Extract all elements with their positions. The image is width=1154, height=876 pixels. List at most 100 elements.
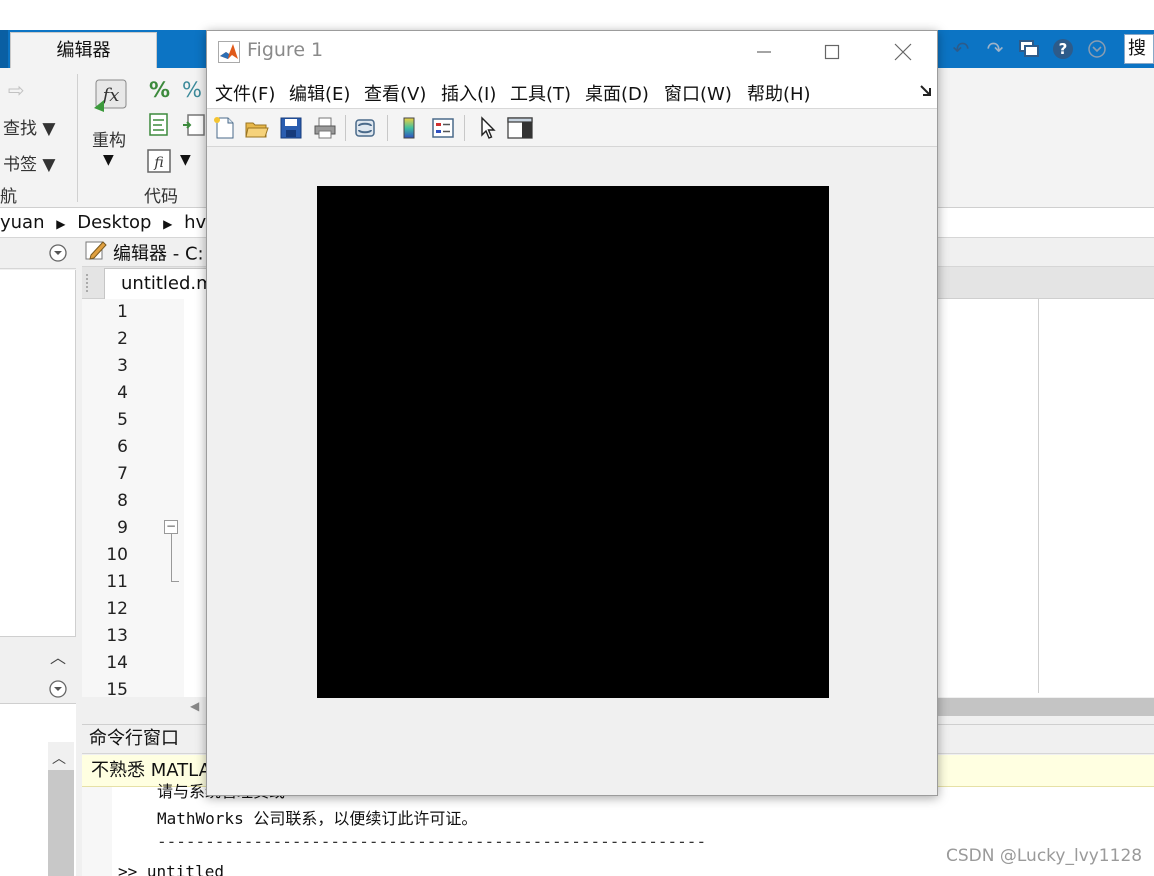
line-number: 4 bbox=[117, 383, 128, 403]
line-number: 15 bbox=[106, 680, 128, 700]
fold-line-end bbox=[171, 581, 179, 582]
code-group-label: 代码 bbox=[144, 187, 178, 207]
menu-file[interactable]: 文件(F) bbox=[215, 80, 275, 106]
find-label: 查找 bbox=[3, 119, 37, 139]
command-window-gutter bbox=[82, 787, 112, 876]
figure-toolbar bbox=[207, 109, 937, 147]
function-browser-icon[interactable]: fi bbox=[147, 149, 171, 178]
matlab-title-bar bbox=[0, 0, 1154, 30]
open-file-icon[interactable] bbox=[245, 116, 269, 140]
editor-pencil-icon bbox=[85, 239, 107, 270]
line-number: 12 bbox=[106, 599, 128, 619]
panel-actions-icon[interactable] bbox=[49, 680, 67, 703]
minimize-button[interactable] bbox=[742, 37, 786, 67]
menu-view[interactable]: 查看(V) bbox=[364, 80, 426, 106]
navigate-group-label: 航 bbox=[0, 187, 17, 207]
insert-colorbar-icon[interactable] bbox=[397, 116, 421, 140]
menu-window[interactable]: 窗口(W) bbox=[664, 80, 732, 106]
line-number: 7 bbox=[117, 464, 128, 484]
svg-text:fi: fi bbox=[153, 155, 163, 171]
switch-windows-icon[interactable] bbox=[1012, 34, 1046, 64]
uncomment-icon[interactable]: % bbox=[182, 78, 202, 102]
refactor-button[interactable]: 重构 bbox=[92, 126, 126, 151]
save-icon[interactable] bbox=[279, 116, 303, 140]
menu-insert[interactable]: 插入(I) bbox=[441, 80, 496, 106]
chevron-down-icon: ▼ bbox=[42, 119, 56, 139]
bookmark-label: 书签 bbox=[3, 155, 37, 175]
line-number: 9 bbox=[117, 518, 128, 538]
command-prompt-line[interactable]: >> untitled bbox=[118, 862, 224, 876]
redo-icon[interactable]: ↷ bbox=[978, 34, 1012, 64]
scroll-left-icon[interactable]: ◀ bbox=[190, 699, 199, 713]
refactor-dropdown-icon[interactable]: ▼ bbox=[103, 152, 114, 168]
address-segment[interactable]: Desktop bbox=[77, 212, 151, 233]
help-icon[interactable]: ? bbox=[1046, 34, 1080, 64]
line-numbers: 1 2 3 4 5 6 7 8 9 10 11 12 13 14 15 bbox=[82, 299, 128, 704]
address-separator-icon: ▶ bbox=[56, 217, 66, 231]
menu-desktop[interactable]: 桌面(D) bbox=[585, 80, 649, 106]
options-dropdown-icon[interactable] bbox=[1080, 34, 1114, 64]
find-button[interactable]: 查找 ▼ bbox=[3, 114, 55, 139]
toolbar-separator bbox=[345, 115, 346, 141]
ribbon-divider bbox=[77, 74, 78, 202]
maximize-button[interactable] bbox=[810, 37, 854, 67]
address-separator-icon: ▶ bbox=[163, 217, 173, 231]
function-dropdown-icon[interactable]: ▼ bbox=[180, 152, 191, 168]
line-number: 13 bbox=[106, 626, 128, 646]
menu-tools[interactable]: 工具(T) bbox=[510, 80, 571, 106]
line-number: 2 bbox=[117, 329, 128, 349]
insert-legend-icon[interactable] bbox=[431, 116, 455, 140]
tab-grip-icon bbox=[86, 274, 90, 292]
print-icon[interactable] bbox=[313, 116, 337, 140]
figure-title: Figure 1 bbox=[247, 39, 324, 61]
line-number: 5 bbox=[117, 410, 128, 430]
close-button[interactable] bbox=[881, 37, 925, 67]
figure-title-bar[interactable]: Figure 1 bbox=[207, 31, 937, 73]
undo-icon[interactable]: ↶ bbox=[944, 34, 978, 64]
workspace-scrollbar-thumb[interactable] bbox=[48, 770, 74, 876]
comment-percent-icon[interactable]: % bbox=[149, 78, 170, 102]
current-folder-list[interactable] bbox=[0, 270, 76, 636]
show-plot-tools-icon[interactable] bbox=[507, 116, 533, 140]
quick-access-toolbar: ↶ ↷ ? bbox=[944, 32, 1114, 66]
line-number: 6 bbox=[117, 437, 128, 457]
menu-help[interactable]: 帮助(H) bbox=[747, 80, 811, 106]
editor-horizontal-scrollbar-thumb[interactable] bbox=[938, 698, 1154, 716]
code-fold-icon[interactable]: − bbox=[164, 520, 178, 534]
maximize-icon bbox=[824, 44, 840, 60]
refactor-fx-icon[interactable]: fx bbox=[92, 78, 130, 119]
scroll-up-icon[interactable]: ︿ bbox=[52, 748, 66, 768]
dock-figure-icon[interactable] bbox=[919, 83, 933, 103]
link-plot-icon[interactable] bbox=[353, 116, 377, 140]
matlab-logo-icon bbox=[218, 41, 240, 68]
figure-axes-image[interactable] bbox=[317, 186, 829, 698]
menu-edit[interactable]: 编辑(E) bbox=[289, 80, 350, 106]
ribbon-tab-home[interactable] bbox=[0, 30, 8, 68]
chevron-down-icon: ▼ bbox=[42, 155, 56, 175]
panel-actions-icon[interactable] bbox=[49, 244, 67, 267]
line-number: 1 bbox=[117, 302, 128, 322]
figure-window[interactable]: Figure 1 文件(F) 编辑(E) 查看(V) 插入(I) 工具(T) 桌… bbox=[206, 30, 938, 796]
collapse-details-icon[interactable]: ︿ bbox=[50, 644, 66, 668]
indent-icon[interactable] bbox=[182, 113, 206, 142]
figure-menu-bar: 文件(F) 编辑(E) 查看(V) 插入(I) 工具(T) 桌面(D) 窗口(W… bbox=[207, 73, 937, 109]
search-documentation-input[interactable]: 搜索 bbox=[1124, 34, 1154, 64]
go-forward-icon[interactable]: ⇨ bbox=[8, 78, 25, 102]
right-margin-line bbox=[1038, 299, 1039, 693]
editor-header-title: 编辑器 - C: bbox=[113, 243, 204, 265]
address-segment[interactable]: yuan bbox=[0, 212, 45, 233]
command-output-line: MathWorks 公司联系，以便续订此许可证。 bbox=[157, 809, 478, 828]
toolbar-separator bbox=[387, 115, 388, 141]
svg-text:?: ? bbox=[1059, 40, 1068, 58]
new-figure-icon[interactable] bbox=[213, 116, 237, 140]
toolbar-separator bbox=[464, 115, 465, 141]
ribbon-tab-editor[interactable]: 编辑器 bbox=[10, 32, 157, 68]
wrap-comments-icon[interactable] bbox=[148, 113, 170, 142]
fold-line bbox=[171, 534, 172, 582]
command-output-separator: ----------------------------------------… bbox=[157, 832, 707, 851]
edit-plot-arrow-icon[interactable] bbox=[475, 116, 499, 140]
line-number: 14 bbox=[106, 653, 128, 673]
line-number: 3 bbox=[117, 356, 128, 376]
bookmark-button[interactable]: 书签 ▼ bbox=[3, 150, 55, 175]
line-number: 8 bbox=[117, 491, 128, 511]
